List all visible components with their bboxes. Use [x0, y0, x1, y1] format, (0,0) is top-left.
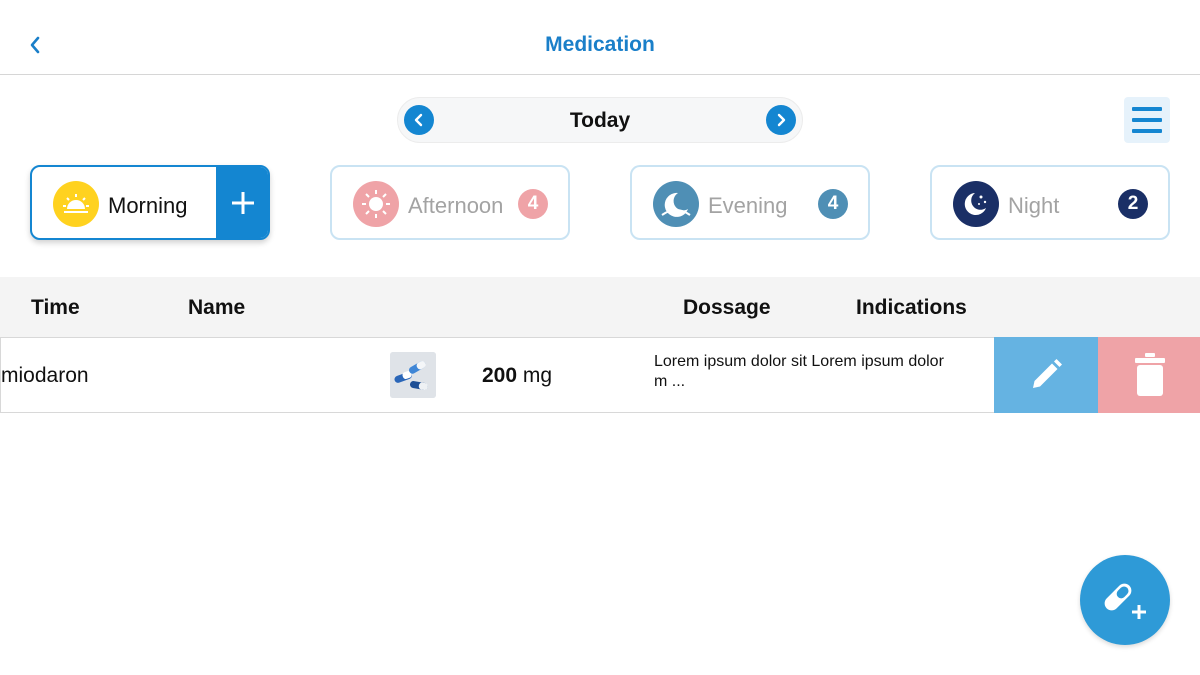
- period-tab-night[interactable]: Night 2: [930, 165, 1170, 240]
- period-tab-evening[interactable]: Evening 4: [630, 165, 870, 240]
- period-tab-morning[interactable]: Morning: [30, 165, 270, 240]
- next-day-button[interactable]: [766, 105, 796, 135]
- app-header: Medication: [0, 0, 1200, 75]
- count-badge: 4: [818, 189, 848, 219]
- plus-icon: [232, 191, 254, 214]
- period-label: Afternoon: [408, 193, 504, 218]
- page-title: Medication: [545, 33, 655, 56]
- dosage-unit: mg: [522, 364, 553, 387]
- chevron-right-icon: [777, 113, 786, 127]
- pencil-icon: [1033, 359, 1062, 388]
- table-row[interactable]: miodaron 200 mg Lorem ipsum dolor sit Lo…: [0, 337, 1200, 413]
- column-header-dosage: Dossage: [683, 296, 771, 319]
- delete-button[interactable]: [1098, 337, 1200, 413]
- dosage: 200 mg: [482, 364, 552, 388]
- add-medication-icon: [1104, 583, 1146, 619]
- add-morning-medication-button[interactable]: [216, 167, 268, 238]
- hamburger-line: [1132, 129, 1162, 133]
- moon-evening-icon: [653, 181, 699, 227]
- date-navigator: Today: [397, 97, 803, 143]
- indications-text: Lorem ipsum dolor sit Lorem ipsum dolor …: [654, 353, 944, 390]
- medication-name: miodaron: [1, 364, 89, 387]
- table-header: Time Name Dossage Indications: [0, 277, 1200, 337]
- count-badge: 2: [1118, 189, 1148, 219]
- edit-button[interactable]: [994, 337, 1098, 413]
- dosage-value: 200: [482, 364, 518, 387]
- period-label: Night: [1008, 193, 1060, 218]
- hamburger-menu-icon: [1132, 107, 1162, 111]
- column-header-time: Time: [31, 296, 80, 319]
- date-label: Today: [569, 109, 631, 132]
- hamburger-line: [1132, 118, 1162, 122]
- count-badge: 4: [518, 189, 548, 219]
- sun-icon: [353, 181, 399, 227]
- period-label: Evening: [708, 193, 788, 218]
- trash-icon: [1134, 353, 1165, 396]
- add-medication-button[interactable]: [1080, 555, 1170, 645]
- sunrise-icon: [53, 181, 99, 227]
- moon-stars-icon: [953, 181, 999, 227]
- column-header-indications: Indications: [856, 296, 967, 319]
- period-tab-afternoon[interactable]: Afternoon 4: [330, 165, 570, 240]
- column-header-name: Name: [188, 296, 246, 319]
- period-label: Morning: [108, 193, 188, 218]
- pills-thumbnail: [390, 352, 436, 398]
- menu-button[interactable]: [1124, 97, 1170, 143]
